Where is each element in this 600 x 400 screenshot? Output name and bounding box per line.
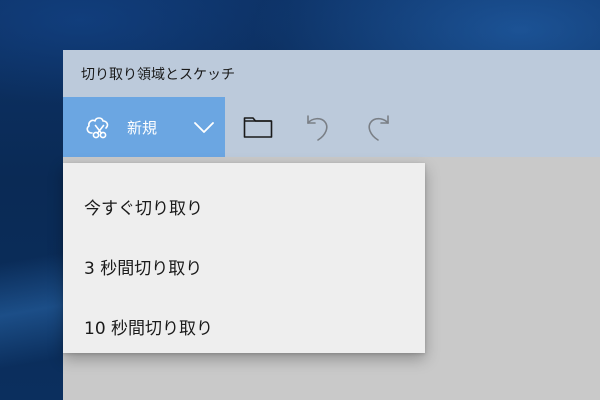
redo-icon: [368, 115, 389, 141]
snip-scissors-cloud-icon: [83, 113, 111, 141]
menu-item-label: 3 秒間切り取り: [84, 259, 203, 279]
menu-item-snip-3-seconds[interactable]: 3 秒間切り取り: [63, 233, 425, 293]
new-snip-dropdown-button[interactable]: [183, 97, 225, 157]
redo-button[interactable]: [351, 97, 403, 157]
chevron-down-icon: [194, 122, 214, 133]
title-bar[interactable]: 切り取り領域とスケッチ: [63, 50, 600, 97]
wallpaper-light-streak: [0, 200, 63, 400]
open-file-button[interactable]: [231, 97, 283, 157]
menu-item-snip-now[interactable]: 今すぐ切り取り: [63, 173, 425, 233]
menu-item-label: 今すぐ切り取り: [84, 199, 203, 219]
toolbar: 新規: [63, 97, 600, 157]
menu-item-snip-10-seconds[interactable]: 10 秒間切り取り: [63, 293, 425, 353]
new-snip-split-button: 新規: [63, 97, 225, 157]
undo-button[interactable]: [291, 97, 343, 157]
undo-icon: [307, 115, 328, 141]
new-snip-button[interactable]: 新規: [63, 97, 183, 157]
new-snip-label: 新規: [127, 119, 158, 137]
folder-icon: [243, 117, 273, 138]
window-title: 切り取り領域とスケッチ: [81, 67, 235, 83]
menu-item-label: 10 秒間切り取り: [84, 319, 214, 339]
new-snip-dropdown-menu: 今すぐ切り取り 3 秒間切り取り 10 秒間切り取り: [63, 163, 425, 353]
